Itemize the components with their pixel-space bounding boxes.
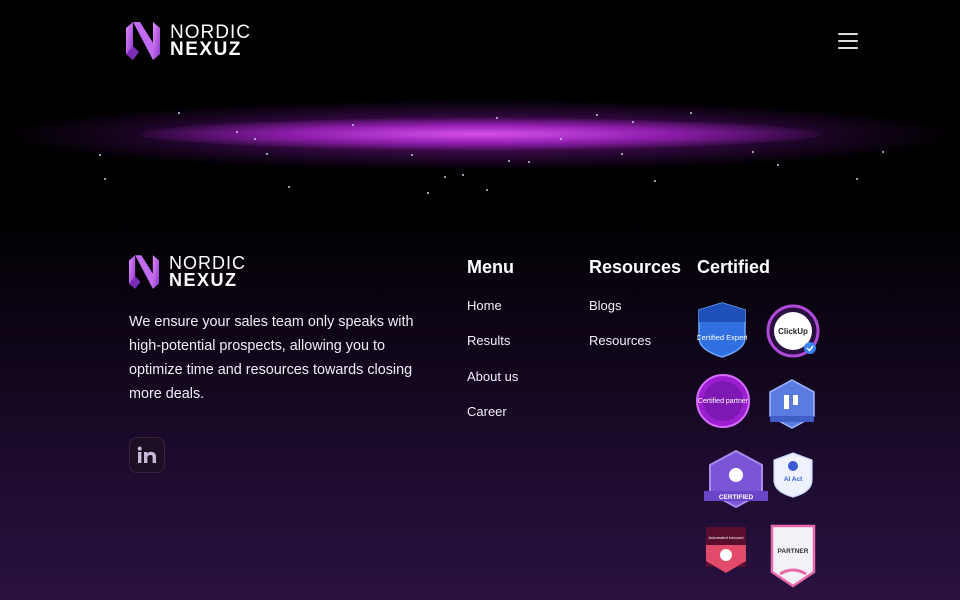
svg-text:AI Act: AI Act xyxy=(784,476,803,483)
hamburger-menu-icon[interactable] xyxy=(836,31,860,51)
svg-text:ClickUp: ClickUp xyxy=(778,327,808,336)
certified-expert-badge-icon: Certified Expert xyxy=(697,302,747,358)
page: NORDIC NEXUZ NORDIC NEXUZ We ensure your… xyxy=(0,0,960,600)
certified-hexagon-badge-icon: CERTIFIED xyxy=(704,449,768,509)
ai-act-badge-icon: AI Act xyxy=(773,452,813,498)
menu-link-career[interactable]: Career xyxy=(467,404,507,419)
horizon-glow xyxy=(0,60,960,220)
svg-text:Certified partner: Certified partner xyxy=(698,398,749,405)
menu-link-about-us[interactable]: About us xyxy=(467,369,518,384)
svg-text:CERTIFIED: CERTIFIED xyxy=(719,494,754,501)
footer-logo[interactable]: NORDIC NEXUZ xyxy=(129,254,246,290)
menu-link-home[interactable]: Home xyxy=(467,298,502,313)
certified-partner-badge-icon: Certified partner xyxy=(696,374,750,428)
resources-title: Resources xyxy=(589,257,682,277)
logo-mark-icon xyxy=(129,255,159,289)
resources-link-resources[interactable]: Resources xyxy=(589,333,651,348)
linkedin-icon xyxy=(137,446,156,463)
menu-title: Menu xyxy=(467,257,514,277)
logo-line2: NEXUZ xyxy=(170,39,242,60)
certification-hexagon-badge-icon xyxy=(769,379,815,429)
automated-inbound-badge-icon: Automated Inbound xyxy=(706,527,746,573)
about-text: We ensure your sales team only speaks wi… xyxy=(129,314,414,402)
certified-title: Certified xyxy=(697,257,771,277)
svg-text:Automated Inbound: Automated Inbound xyxy=(709,535,744,540)
logo-mark-icon xyxy=(126,22,160,60)
header-logo[interactable]: NORDIC NEXUZ xyxy=(126,22,251,60)
partner-badge-icon: PARTNER xyxy=(770,524,816,588)
svg-text:PARTNER: PARTNER xyxy=(778,548,809,555)
logo-line2: NEXUZ xyxy=(169,270,238,290)
menu-link-results[interactable]: Results xyxy=(467,333,510,348)
linkedin-button[interactable] xyxy=(129,437,165,473)
clickup-badge-icon: ClickUp xyxy=(766,304,820,358)
resources-link-blogs[interactable]: Blogs xyxy=(589,298,622,313)
svg-text:Certified Expert: Certified Expert xyxy=(697,333,747,342)
